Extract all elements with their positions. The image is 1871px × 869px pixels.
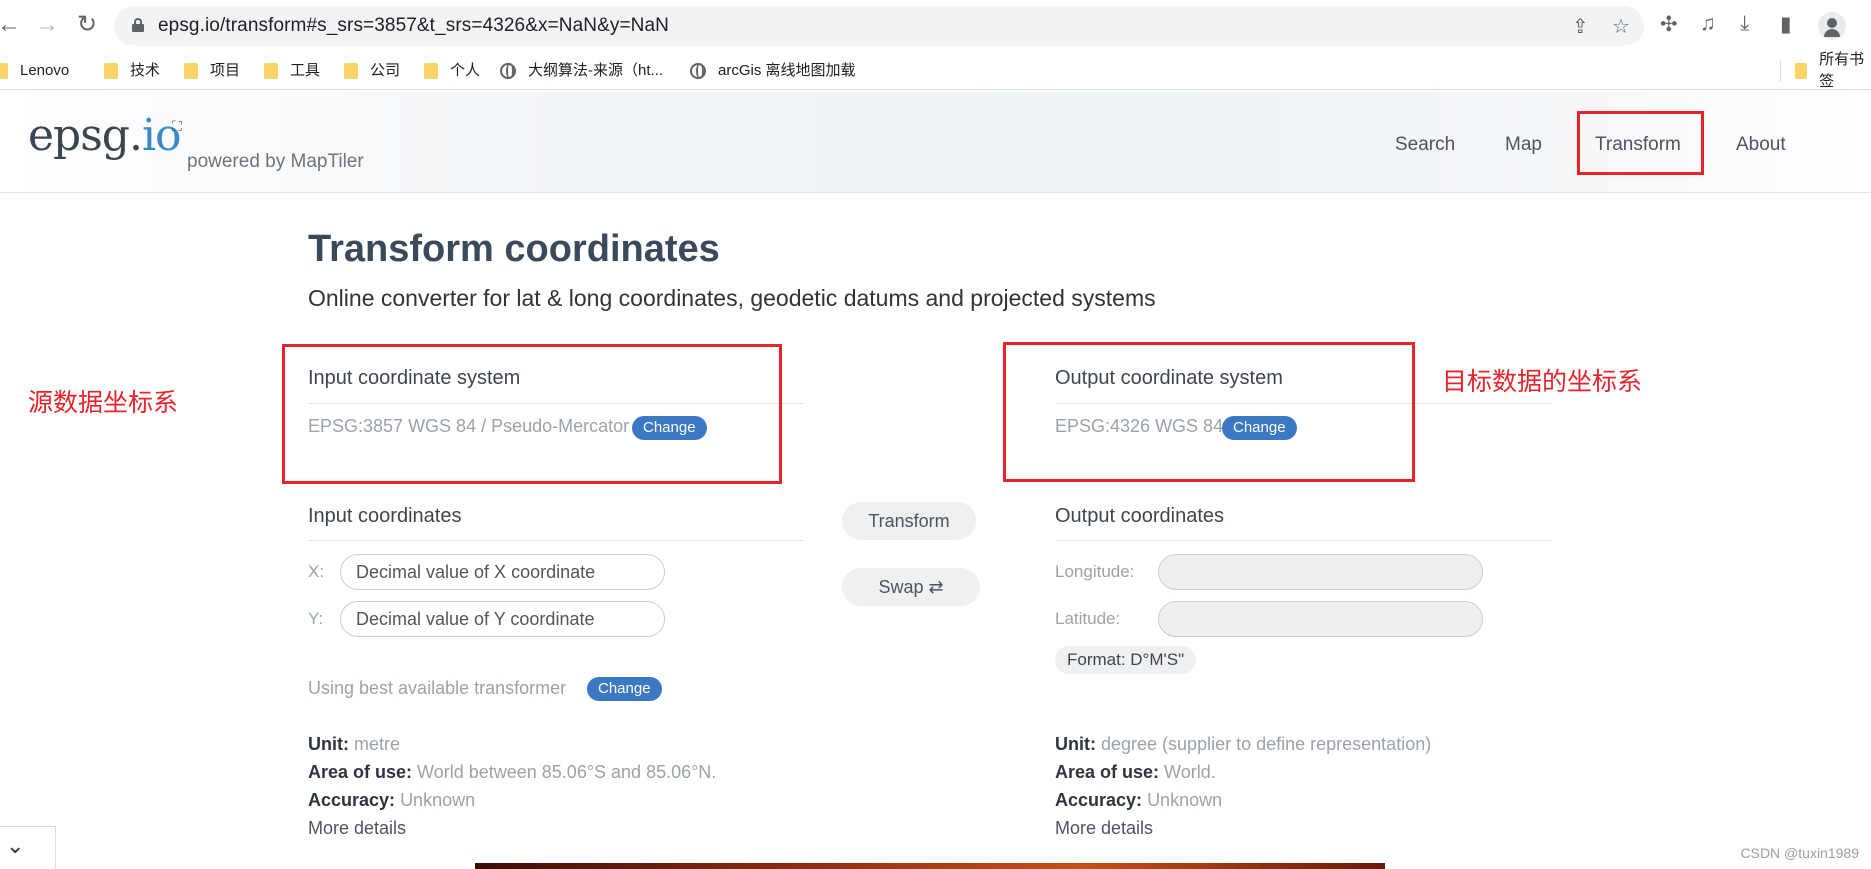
source-system-annotation: 源数据坐标系 bbox=[28, 389, 179, 417]
folder-icon bbox=[184, 63, 198, 79]
input-coordinates-title: Input coordinates bbox=[308, 505, 462, 527]
bookmark-company[interactable]: 公司 bbox=[344, 60, 400, 82]
chevron-down-icon[interactable]: ⌄ bbox=[6, 833, 24, 859]
transformer-change-button[interactable]: Change bbox=[587, 677, 662, 701]
globe-icon bbox=[690, 63, 706, 79]
lock-icon[interactable] bbox=[132, 18, 144, 32]
extensions-icon[interactable]: ✣ bbox=[1660, 12, 1678, 37]
scroll-panel[interactable]: ⌄ bbox=[0, 826, 56, 869]
output-unit: Unit: degree (supplier to define represe… bbox=[1055, 734, 1432, 754]
bottom-image-strip bbox=[475, 863, 1385, 869]
nav-map[interactable]: Map bbox=[1505, 134, 1542, 156]
latitude-label: Latitude: bbox=[1055, 609, 1121, 628]
bookmark-tools[interactable]: 工具 bbox=[264, 60, 320, 82]
swap-button[interactable]: Swap ⇄ bbox=[842, 568, 980, 606]
bookmark-personal[interactable]: 个人 bbox=[424, 60, 480, 82]
page-title: Transform coordinates bbox=[308, 228, 720, 270]
nav-about[interactable]: About bbox=[1736, 134, 1786, 156]
expand-icon: ⛶ bbox=[172, 118, 182, 134]
divider bbox=[308, 540, 804, 541]
forward-icon[interactable]: → bbox=[32, 10, 62, 40]
longitude-output[interactable] bbox=[1158, 554, 1483, 590]
output-accuracy: Accuracy: Unknown bbox=[1055, 790, 1223, 810]
input-more-details-link[interactable]: More details bbox=[308, 818, 406, 839]
transform-nav-highlight bbox=[1577, 111, 1704, 175]
address-bar[interactable]: epsg.io/transform#s_srs=3857&t_srs=4326&… bbox=[114, 6, 1644, 46]
star-icon[interactable]: ☆ bbox=[1612, 14, 1630, 39]
bookmarks-bar: Lenovo 技术 项目 工具 公司 个人 大纲算法-来源（ht... arcG… bbox=[0, 51, 1871, 90]
powered-by[interactable]: powered by MapTiler bbox=[187, 151, 364, 173]
download-icon[interactable]: ⤓ bbox=[1740, 12, 1749, 36]
input-system-highlight bbox=[282, 344, 782, 484]
longitude-label: Longitude: bbox=[1055, 562, 1135, 581]
bookmark-arcgis[interactable]: arcGis 离线地图加载 bbox=[690, 60, 856, 82]
folder-icon bbox=[344, 63, 358, 79]
globe-icon bbox=[500, 63, 516, 79]
input-area-of-use: Area of use: World between 85.06°S and 8… bbox=[308, 762, 717, 782]
divider bbox=[1055, 540, 1551, 541]
transform-button[interactable]: Transform bbox=[842, 502, 976, 540]
bookmark-algorithm[interactable]: 大纲算法-来源（ht... bbox=[500, 60, 663, 82]
folder-icon bbox=[104, 63, 118, 79]
input-accuracy: Accuracy: Unknown bbox=[308, 790, 476, 810]
bookmark-lenovo[interactable]: Lenovo bbox=[0, 60, 69, 82]
all-bookmarks[interactable]: 所有书签 bbox=[1780, 51, 1871, 90]
browser-toolbar: ← → ↻ epsg.io/transform#s_srs=3857&t_srs… bbox=[0, 0, 1871, 52]
format-button[interactable]: Format: D°M'S" bbox=[1055, 646, 1197, 674]
y-label: Y: bbox=[308, 609, 324, 628]
folder-icon bbox=[424, 63, 438, 79]
output-more-details-link[interactable]: More details bbox=[1055, 818, 1153, 839]
y-coordinate-input[interactable] bbox=[340, 601, 665, 637]
profile-icon[interactable] bbox=[1818, 12, 1846, 40]
nav-search[interactable]: Search bbox=[1395, 134, 1455, 156]
transformer-text: Using best available transformer bbox=[308, 678, 567, 698]
side-panel-icon[interactable]: ▮ bbox=[1780, 12, 1792, 37]
output-coordinates-title: Output coordinates bbox=[1055, 505, 1224, 527]
latitude-output[interactable] bbox=[1158, 601, 1483, 637]
bookmark-tech[interactable]: 技术 bbox=[104, 60, 160, 82]
share-icon[interactable]: ⇪ bbox=[1572, 14, 1589, 39]
bookmark-projects[interactable]: 项目 bbox=[184, 60, 240, 82]
url-text[interactable]: epsg.io/transform#s_srs=3857&t_srs=4326&… bbox=[158, 15, 669, 37]
output-area-of-use: Area of use: World. bbox=[1055, 762, 1216, 782]
back-icon[interactable]: ← bbox=[0, 10, 24, 40]
x-label: X: bbox=[308, 562, 325, 581]
target-system-annotation: 目标数据的坐标系 bbox=[1442, 368, 1643, 396]
input-unit: Unit: metre bbox=[308, 734, 401, 754]
site-logo[interactable]: epsg.io bbox=[28, 110, 181, 161]
folder-icon bbox=[1795, 63, 1808, 79]
folder-icon bbox=[0, 63, 8, 79]
media-icon[interactable]: ♫ bbox=[1700, 12, 1716, 36]
reload-icon[interactable]: ↻ bbox=[72, 10, 102, 40]
page-subtitle: Online converter for lat & long coordina… bbox=[308, 285, 1156, 311]
watermark: CSDN @tuxin1989 bbox=[1740, 845, 1860, 861]
folder-icon bbox=[264, 63, 278, 79]
x-coordinate-input[interactable] bbox=[340, 554, 665, 590]
output-system-highlight bbox=[1003, 342, 1415, 482]
